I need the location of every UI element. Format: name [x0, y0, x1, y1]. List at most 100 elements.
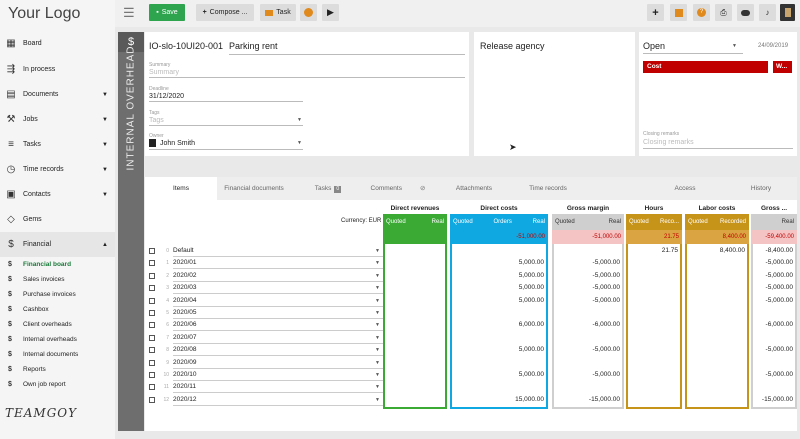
sidebar-subitem-internal-overheads[interactable]: $ Internal overheads — [0, 332, 115, 347]
row-label-input[interactable]: 2020/03 — [173, 284, 197, 291]
sidebar-subitem-cashbox[interactable]: $ Cashbox — [0, 302, 115, 317]
row-dropdown-icon[interactable]: ▼ — [375, 335, 380, 341]
row-dropdown-icon[interactable]: ▼ — [375, 260, 380, 266]
sidebar-subitem-client-overheads[interactable]: $ Client overheads — [0, 317, 115, 332]
row-label-input[interactable]: Default — [173, 247, 194, 254]
table-row[interactable]: 8 2020/08 ▼ 5,000.00 -5,000.00 -5,000.00 — [145, 345, 797, 357]
notifications-button[interactable]: ♪ — [759, 4, 776, 21]
tab-tasks[interactable]: Tasks 0 — [291, 177, 365, 200]
row-checkbox[interactable] — [149, 347, 155, 354]
tab-access[interactable]: Access — [658, 177, 712, 200]
compose-button[interactable]: + Compose ... — [196, 4, 254, 21]
tags-dropdown-icon[interactable]: ▼ — [297, 117, 302, 123]
chat-button[interactable] — [737, 4, 754, 21]
row-checkbox[interactable] — [149, 359, 155, 366]
row-label-input[interactable]: 2020/01 — [173, 259, 197, 266]
row-label-input[interactable]: 2020/09 — [173, 359, 197, 366]
row-dropdown-icon[interactable]: ▼ — [375, 372, 380, 378]
sidebar-subitem-own-job-report[interactable]: $ Own job report — [0, 377, 115, 392]
closing-remarks-input[interactable]: Closing remarks — [643, 139, 694, 146]
row-dropdown-icon[interactable]: ▼ — [375, 298, 380, 304]
help-button[interactable]: ? — [693, 4, 710, 21]
sidebar-item-tasks[interactable]: ≡ Tasks ▼ — [0, 132, 115, 157]
tab-comments[interactable]: Comments ⊘ — [365, 177, 431, 200]
row-label-input[interactable]: 2020/02 — [173, 272, 197, 279]
owner-dropdown-icon[interactable]: ▼ — [297, 140, 302, 146]
row-label-input[interactable]: 2020/07 — [173, 334, 197, 341]
sidebar-item-contacts[interactable]: ▣ Contacts ▼ — [0, 182, 115, 207]
status-dropdown-icon[interactable]: ▼ — [732, 43, 737, 49]
add-button[interactable]: + — [647, 4, 664, 21]
row-label-input[interactable]: 2020/12 — [173, 396, 197, 403]
sidebar-subitem-purchase-invoices[interactable]: $ Purchase invoices — [0, 287, 115, 302]
row-checkbox[interactable] — [149, 248, 155, 254]
row-checkbox[interactable] — [149, 372, 155, 378]
deadline-input[interactable]: 31/12/2020 — [149, 93, 184, 100]
sidebar-subitem-financial-board[interactable]: $ Financial board — [0, 257, 115, 272]
row-dropdown-icon[interactable]: ▼ — [375, 384, 380, 390]
row-dropdown-icon[interactable]: ▼ — [375, 360, 380, 366]
row-checkbox[interactable] — [149, 322, 155, 329]
sidebar-subitem-internal-documents[interactable]: $ Internal documents — [0, 347, 115, 362]
row-label-input[interactable]: 2020/05 — [173, 309, 197, 316]
sidebar-item-in-process[interactable]: ⇶ In process — [0, 57, 115, 82]
table-row[interactable]: 3 2020/03 ▼ 5,000.00 -5,000.00 -5,000.00 — [145, 283, 797, 295]
play-button[interactable]: ▶ — [322, 4, 339, 21]
sidebar-item-jobs[interactable]: ⚒ Jobs ▼ — [0, 107, 115, 132]
table-row[interactable]: 0 Default ▼ 21.75 8,400.00 -8,400.00 — [145, 246, 797, 258]
table-row[interactable]: 1 2020/01 ▼ 5,000.00 -5,000.00 -5,000.00 — [145, 258, 797, 270]
sidebar-subitem-sales-invoices[interactable]: $ Sales invoices — [0, 272, 115, 287]
tab-time-records[interactable]: Time records — [517, 177, 579, 200]
table-row[interactable]: 11 2020/11 ▼ — [145, 382, 797, 394]
sidebar-subitem-reports[interactable]: $ Reports — [0, 362, 115, 377]
row-dropdown-icon[interactable]: ▼ — [375, 248, 380, 254]
summary-input[interactable]: Summary — [149, 69, 179, 76]
row-label-input[interactable]: 2020/06 — [173, 321, 197, 328]
row-checkbox[interactable] — [149, 285, 155, 292]
tab-financial-documents[interactable]: Financial documents — [217, 177, 291, 200]
table-row[interactable]: 10 2020/10 ▼ 5,000.00 -5,000.00 -5,000.00 — [145, 370, 797, 382]
menu-icon[interactable]: ☰ — [123, 5, 135, 21]
table-row[interactable]: 2 2020/02 ▼ 5,000.00 -5,000.00 -5,000.00 — [145, 271, 797, 283]
tab-attachments[interactable]: Attachments — [431, 177, 517, 200]
row-dropdown-icon[interactable]: ▼ — [375, 310, 380, 316]
row-dropdown-icon[interactable]: ▼ — [375, 285, 380, 291]
row-checkbox[interactable] — [149, 334, 155, 341]
status-select[interactable]: Open — [643, 41, 665, 51]
table-row[interactable]: 5 2020/05 ▼ — [145, 308, 797, 320]
row-checkbox[interactable] — [149, 310, 155, 316]
tab-items[interactable]: Items — [145, 177, 217, 200]
row-checkbox[interactable] — [149, 260, 155, 267]
table-row[interactable]: 12 2020/12 ▼ 15,000.00 -15,000.00 -15,000.00 — [145, 395, 797, 407]
notes-button[interactable] — [670, 4, 687, 21]
row-dropdown-icon[interactable]: ▼ — [375, 347, 380, 353]
table-row[interactable]: 4 2020/04 ▼ 5,000.00 -5,000.00 -5,000.00 — [145, 296, 797, 308]
row-label-input[interactable]: 2020/10 — [173, 371, 197, 378]
sidebar-item-board[interactable]: ▦ Board — [0, 31, 115, 56]
sidebar-item-financial[interactable]: $ Financial ▲ — [0, 232, 115, 257]
table-row[interactable]: 7 2020/07 ▼ — [145, 333, 797, 345]
task-button[interactable]: Task — [260, 4, 296, 21]
row-label-input[interactable]: 2020/11 — [173, 383, 196, 390]
sidebar-item-documents[interactable]: ▤ Documents ▼ — [0, 82, 115, 107]
row-dropdown-icon[interactable]: ▼ — [375, 273, 380, 279]
sidebar-item-time-records[interactable]: ◷ Time records ▼ — [0, 157, 115, 182]
tags-input[interactable]: Tags — [149, 117, 164, 124]
owner-select[interactable]: John Smith — [160, 140, 195, 147]
row-dropdown-icon[interactable]: ▼ — [375, 397, 380, 403]
row-label-input[interactable]: 2020/08 — [173, 346, 197, 353]
save-button[interactable]: ▪ Save — [149, 4, 185, 21]
document-title-input[interactable]: Parking rent — [229, 41, 278, 51]
row-checkbox[interactable] — [149, 272, 155, 279]
sidebar-item-gems[interactable]: ◇ Gems — [0, 207, 115, 232]
row-label-input[interactable]: 2020/04 — [173, 297, 197, 304]
row-checkbox[interactable] — [149, 297, 155, 304]
table-row[interactable]: 9 2020/09 ▼ — [145, 358, 797, 370]
user-avatar[interactable] — [780, 4, 795, 21]
timer-button[interactable] — [300, 4, 317, 21]
table-row[interactable]: 6 2020/06 ▼ 6,000.00 -6,000.00 -6,000.00 — [145, 320, 797, 332]
print-button[interactable]: ⎙ — [715, 4, 732, 21]
row-checkbox[interactable] — [149, 396, 155, 403]
row-dropdown-icon[interactable]: ▼ — [375, 322, 380, 328]
tab-history[interactable]: History — [733, 177, 789, 200]
